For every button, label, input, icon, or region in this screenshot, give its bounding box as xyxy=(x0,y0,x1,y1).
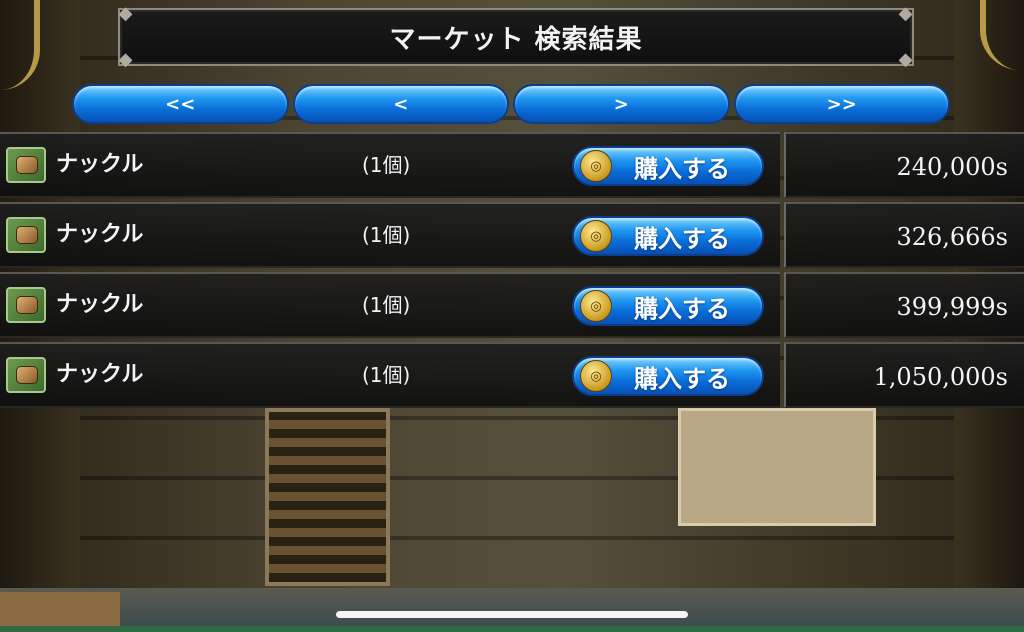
corner-ornament-icon: ◆ xyxy=(118,3,134,24)
next-page-button[interactable]: > xyxy=(513,84,730,124)
item-price: 240,000s xyxy=(896,153,1008,181)
gold-coin-icon: ◎ xyxy=(580,360,612,392)
buy-button[interactable]: ◎ 購入する xyxy=(572,286,764,326)
corner-ornament-icon: ◆ xyxy=(898,49,914,70)
buy-button-label: 購入する xyxy=(634,294,730,323)
gold-coin-icon: ◎ xyxy=(580,220,612,252)
page-title-text: マーケット 検索結果 xyxy=(389,24,643,55)
market-listing-list: ナックル (1個) ◎ 購入する 240,000s ナックル (1個) ◎ 購入… xyxy=(0,132,1024,412)
knuckle-weapon-icon xyxy=(6,287,46,323)
bottom-strip xyxy=(0,626,1024,632)
item-price: 326,666s xyxy=(896,223,1008,251)
background-poster xyxy=(265,408,390,586)
item-name: ナックル xyxy=(56,222,144,247)
prev-page-button[interactable]: < xyxy=(292,84,509,124)
page-title: マーケット 検索結果 ◆ ◆ ◆ ◆ xyxy=(118,4,914,70)
knuckle-weapon-icon xyxy=(6,357,46,393)
buy-button-label: 購入する xyxy=(634,364,730,393)
buy-button[interactable]: ◎ 購入する xyxy=(572,216,764,256)
listing-row: ナックル (1個) ◎ 購入する 240,000s xyxy=(0,132,1024,198)
price-cell: 240,000s xyxy=(784,132,1024,198)
buy-button[interactable]: ◎ 購入する xyxy=(572,356,764,396)
item-name: ナックル xyxy=(56,152,144,177)
item-price: 399,999s xyxy=(896,293,1008,321)
knuckle-weapon-icon xyxy=(6,147,46,183)
last-page-button[interactable]: >> xyxy=(733,84,950,124)
pagination-bar: << < > >> xyxy=(72,84,950,126)
buy-button-label: 購入する xyxy=(634,224,730,253)
first-page-button[interactable]: << xyxy=(72,84,289,124)
item-quantity: (1個) xyxy=(362,363,411,387)
item-price: 1,050,000s xyxy=(873,363,1008,391)
listing-row: ナックル (1個) ◎ 購入する 1,050,000s xyxy=(0,342,1024,408)
knuckle-weapon-icon xyxy=(6,217,46,253)
home-indicator[interactable] xyxy=(336,611,688,618)
listing-row: ナックル (1個) ◎ 購入する 326,666s xyxy=(0,202,1024,268)
price-cell: 326,666s xyxy=(784,202,1024,268)
background-mask-poster xyxy=(678,408,876,526)
price-cell: 399,999s xyxy=(784,272,1024,338)
listing-row: ナックル (1個) ◎ 購入する 399,999s xyxy=(0,272,1024,338)
gold-coin-icon: ◎ xyxy=(580,290,612,322)
item-quantity: (1個) xyxy=(362,293,411,317)
item-name: ナックル xyxy=(56,362,144,387)
corner-ornament-icon: ◆ xyxy=(118,49,134,70)
buy-button[interactable]: ◎ 購入する xyxy=(572,146,764,186)
price-cell: 1,050,000s xyxy=(784,342,1024,408)
buy-button-label: 購入する xyxy=(634,154,730,183)
item-quantity: (1個) xyxy=(362,223,411,247)
item-quantity: (1個) xyxy=(362,153,411,177)
item-name: ナックル xyxy=(56,292,144,317)
corner-ornament-icon: ◆ xyxy=(898,3,914,24)
gold-coin-icon: ◎ xyxy=(580,150,612,182)
